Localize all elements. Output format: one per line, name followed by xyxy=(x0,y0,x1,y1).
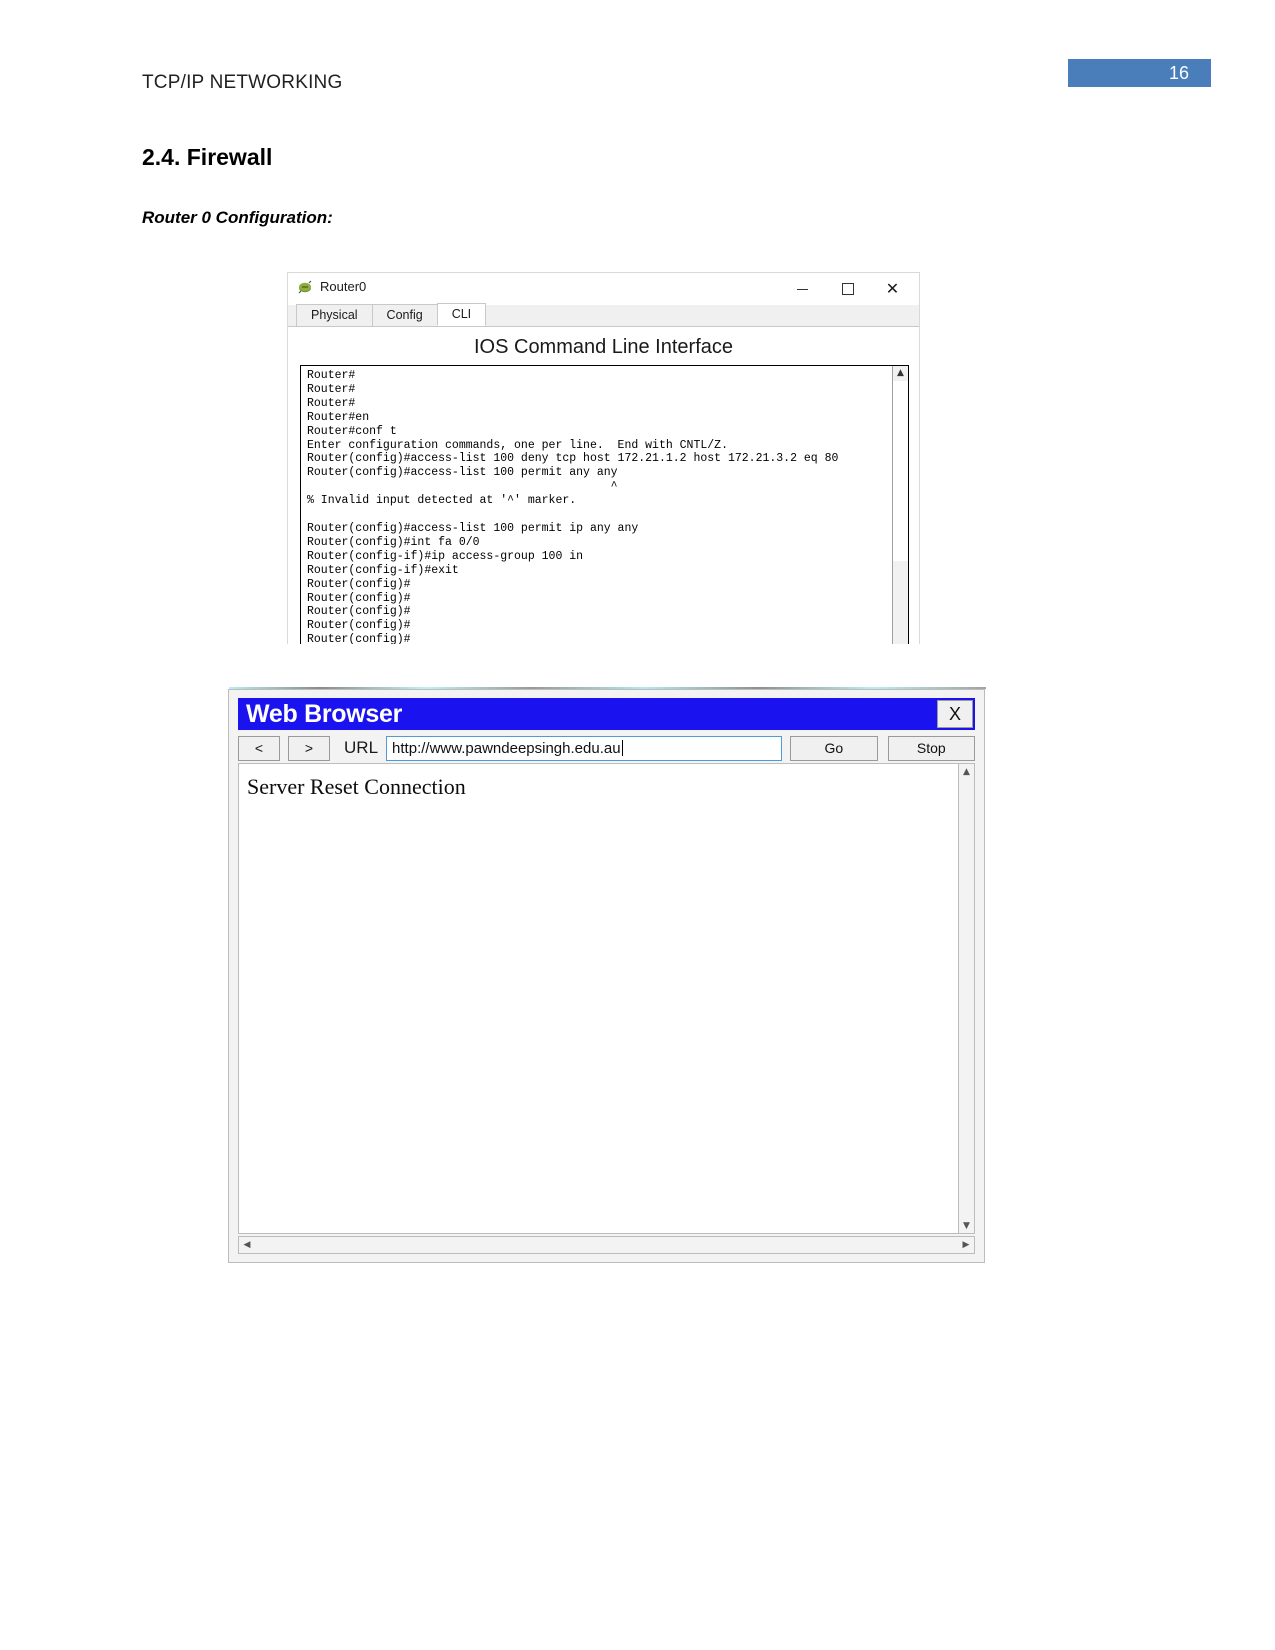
url-input[interactable]: http://www.pawndeepsingh.edu.au xyxy=(386,735,783,761)
router0-window: Router0 ✕ Physical Config CLI IOS Comman… xyxy=(287,272,920,644)
router-device-icon xyxy=(298,280,314,296)
url-label: URL xyxy=(344,738,379,757)
forward-button[interactable]: > xyxy=(288,735,331,761)
page-message-text: Server Reset Connection xyxy=(247,774,466,799)
chevron-right-icon[interactable]: ▶ xyxy=(958,1237,974,1253)
cli-output-text[interactable]: Router# Router# Router# Router#en Router… xyxy=(301,366,892,644)
subsection-title: Router 0 Configuration: xyxy=(142,208,333,227)
tab-cli[interactable]: CLI xyxy=(436,303,487,326)
browser-page-content: Server Reset Connection xyxy=(238,763,975,1234)
tab-config[interactable]: Config xyxy=(371,304,438,326)
browser-horizontal-scrollbar[interactable]: ◀ ▶ xyxy=(238,1236,975,1254)
chevron-up-icon[interactable]: ▲ xyxy=(893,366,908,380)
page-number-badge: 16 xyxy=(1068,59,1211,87)
close-button[interactable]: X xyxy=(937,700,973,728)
text-caret xyxy=(621,740,623,756)
browser-toolbar: < > URL http://www.pawndeepsingh.edu.au … xyxy=(238,733,976,763)
browser-titlebar: Web Browser X xyxy=(238,698,975,730)
window-top-edge-artifact xyxy=(229,687,986,689)
cli-heading: IOS Command Line Interface xyxy=(473,336,733,358)
minimize-icon[interactable] xyxy=(780,274,825,304)
maximize-icon[interactable] xyxy=(825,274,870,304)
tab-physical[interactable]: Physical xyxy=(296,304,373,326)
cli-vertical-scrollbar[interactable]: ▲ xyxy=(892,366,908,644)
chevron-up-icon[interactable]: ▲ xyxy=(959,764,974,779)
router0-tabstrip: Physical Config CLI xyxy=(288,303,919,327)
router0-titlebar: Router0 ✕ xyxy=(288,273,919,305)
router0-window-controls: ✕ xyxy=(780,273,915,305)
web-browser-window: Web Browser X < > URL http://www.pawndee… xyxy=(228,687,986,1263)
url-input-value: http://www.pawndeepsingh.edu.au xyxy=(392,739,621,757)
chevron-down-icon[interactable]: ▼ xyxy=(959,1218,974,1233)
router0-title: Router0 xyxy=(320,279,367,294)
browser-title: Web Browser xyxy=(246,699,403,728)
back-button[interactable]: < xyxy=(238,735,281,761)
browser-vertical-scrollbar[interactable]: ▲ ▼ xyxy=(958,763,975,1234)
chevron-left-icon[interactable]: ◀ xyxy=(239,1237,255,1253)
section-title: 2.4. Firewall xyxy=(142,144,273,170)
cli-console: Router# Router# Router# Router#en Router… xyxy=(300,365,909,644)
cli-scrollbar-thumb[interactable] xyxy=(893,381,908,561)
go-button[interactable]: Go xyxy=(790,735,878,761)
close-icon[interactable]: ✕ xyxy=(870,274,915,304)
running-header: TCP/IP NETWORKING xyxy=(142,72,343,93)
stop-button[interactable]: Stop xyxy=(887,735,976,761)
